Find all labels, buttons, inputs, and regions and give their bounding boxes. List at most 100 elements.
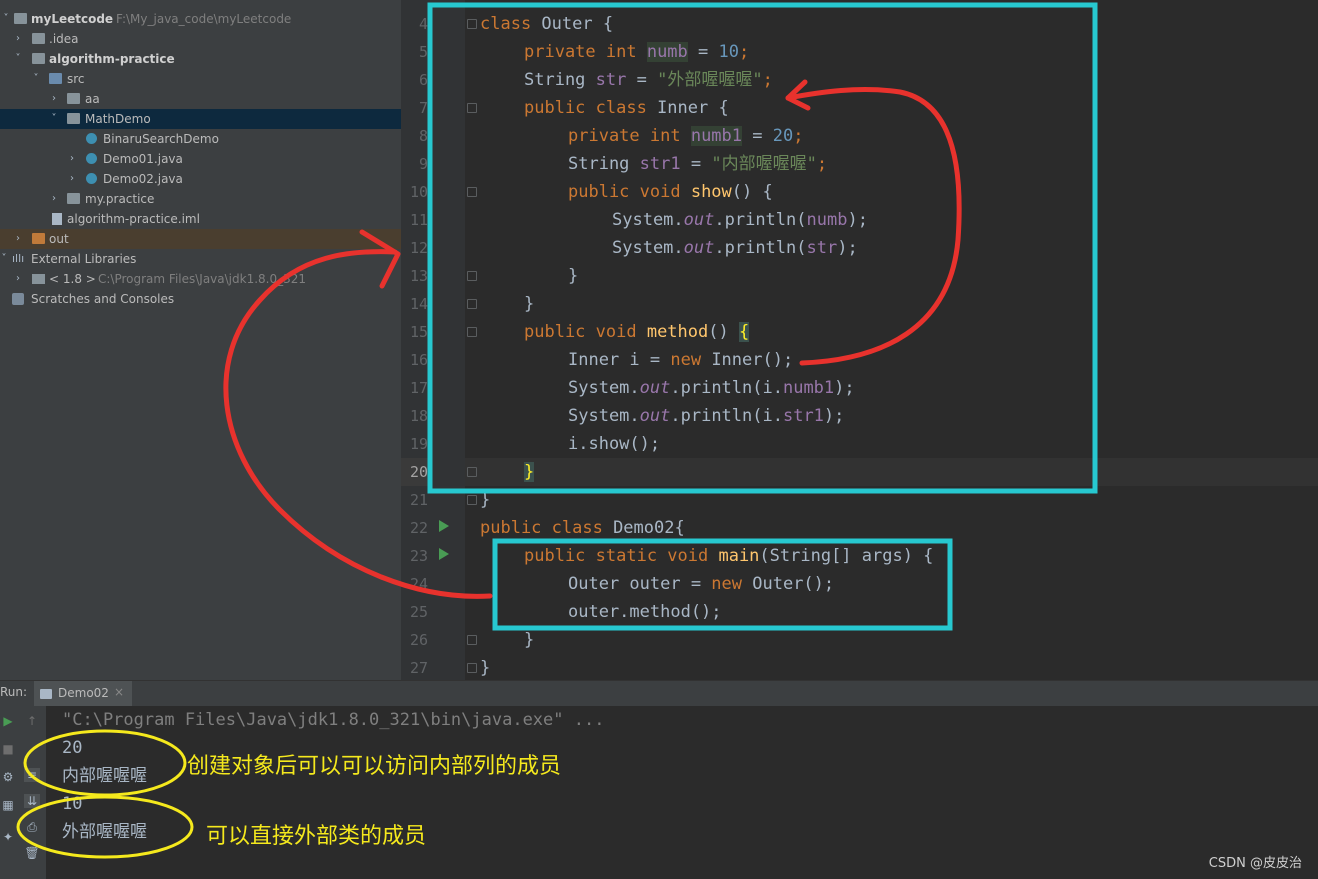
token-text: ); <box>837 238 858 258</box>
token-text: ); <box>823 406 845 426</box>
trash-icon[interactable]: 🗑 <box>24 846 40 860</box>
token-static-field: out <box>683 238 715 258</box>
fold-marker-icon[interactable] <box>467 495 477 505</box>
console-output-line: 外部喔喔喔 <box>62 822 147 842</box>
java-class-icon <box>86 153 97 164</box>
tree-item-label: src <box>67 72 85 86</box>
chevron-right-icon[interactable]: › <box>66 169 78 189</box>
run-class-icon[interactable] <box>439 520 449 532</box>
token-punct: ; <box>762 70 773 90</box>
fold-marker-icon[interactable] <box>467 663 477 673</box>
pin-icon[interactable]: ✦ <box>0 830 16 844</box>
token-text: = <box>626 70 658 90</box>
token-text: .println( <box>714 210 807 230</box>
library-icon: ıllı <box>12 252 25 265</box>
tree-item-label: Scratches and Consoles <box>31 292 175 306</box>
tree-item-demo02[interactable]: › Demo02.java <box>0 169 401 189</box>
fold-marker-icon[interactable] <box>467 271 477 281</box>
tree-item-label: algorithm-practice <box>49 52 175 66</box>
line-number: 17 <box>409 379 428 397</box>
scratches-icon <box>12 293 24 305</box>
token-string: "外部喔喔喔" <box>657 70 763 90</box>
token-keyword: new <box>670 350 712 370</box>
chevron-down-icon[interactable]: ˅ <box>0 9 12 29</box>
token-static-field: out <box>639 406 671 426</box>
token-keyword: new <box>711 574 753 594</box>
tree-item-binarusearchdemo[interactable]: BinaruSearchDemo <box>0 129 401 149</box>
fold-marker-icon[interactable] <box>467 299 477 309</box>
scroll-to-end-icon[interactable]: ⇊ <box>24 794 40 808</box>
tree-item-external-libraries[interactable]: ˅ ıllı External Libraries <box>0 249 401 269</box>
tree-item-jdk[interactable]: › < 1.8 > C:\Program Files\Java\jdk1.8.0… <box>0 269 401 289</box>
tree-item-mathdemo[interactable]: ˅ MathDemo <box>0 109 401 129</box>
token-keyword: public static void <box>524 546 719 566</box>
fold-marker-icon[interactable] <box>467 327 477 337</box>
fold-marker-icon[interactable] <box>467 103 477 113</box>
fold-marker-icon[interactable] <box>467 187 477 197</box>
code-line-8: private int numb1 = 20; <box>568 122 803 150</box>
chevron-down-icon[interactable]: ˅ <box>30 69 42 89</box>
chevron-right-icon[interactable]: › <box>12 29 24 49</box>
stop-icon[interactable]: ■ <box>0 742 16 756</box>
line-number: 13 <box>409 267 428 285</box>
line-number: 14 <box>409 295 428 313</box>
line-number: 22 <box>409 519 428 537</box>
chevron-right-icon[interactable]: › <box>12 269 24 289</box>
settings-icon[interactable]: ⚙ <box>0 770 16 784</box>
tree-item-out[interactable]: › out <box>0 229 401 249</box>
code-line-23: public static void main(String[] args) { <box>524 542 933 570</box>
code-line-14: } <box>524 294 535 314</box>
fold-marker-icon[interactable] <box>467 19 477 29</box>
token-keyword: class <box>480 14 532 34</box>
code-line-4: class Outer { <box>480 10 613 38</box>
token-text: .println( <box>714 238 807 258</box>
token-keyword: public class <box>524 98 658 118</box>
token-punct: ; <box>738 42 750 62</box>
layout-icon[interactable]: ▦ <box>0 798 16 812</box>
tree-item-label: < 1.8 > <box>49 272 96 286</box>
token-static-field: out <box>639 378 671 398</box>
console-toolbar: ▶ ↑ ■ ≡ ⚙ ▦ ⇊ ⎙ ✦ 🗑 <box>0 706 46 879</box>
line-number: 11 <box>409 211 428 229</box>
tree-item-my-practice[interactable]: › my.practice <box>0 189 401 209</box>
run-tab-demo02[interactable]: Demo02 × <box>34 681 132 707</box>
close-icon[interactable]: × <box>114 685 124 699</box>
tree-item-label: External Libraries <box>31 252 137 266</box>
fold-marker-icon[interactable] <box>467 635 477 645</box>
tree-item-iml[interactable]: algorithm-practice.iml <box>0 209 401 229</box>
package-icon <box>67 93 80 104</box>
token-text: = <box>742 126 773 146</box>
java-class-icon <box>86 133 97 144</box>
chevron-right-icon[interactable]: › <box>48 189 60 209</box>
up-arrow-icon[interactable]: ↑ <box>24 714 40 728</box>
chevron-right-icon[interactable]: › <box>12 229 24 249</box>
project-panel: ˅ myLeetcode F:\My_java_code\myLeetcode … <box>0 0 401 680</box>
chevron-right-icon[interactable]: › <box>48 89 60 109</box>
chevron-right-icon[interactable]: › <box>66 149 78 169</box>
soft-wrap-icon[interactable]: ≡ <box>24 768 40 782</box>
folder-icon <box>32 233 45 244</box>
tree-item-aa[interactable]: › aa <box>0 89 401 109</box>
code-line-9: String str1 = "内部喔喔喔"; <box>568 150 827 178</box>
tree-item-algorithm-practice[interactable]: ˅ algorithm-practice <box>0 49 401 69</box>
line-number: 21 <box>409 491 428 509</box>
tree-item-src[interactable]: ˅ src <box>0 69 401 89</box>
tree-item-label: MathDemo <box>85 112 151 126</box>
run-main-icon[interactable] <box>439 548 449 560</box>
tree-item-scratches[interactable]: Scratches and Consoles <box>0 289 401 309</box>
line-number: 19 <box>409 435 428 453</box>
token-text: Inner i = <box>568 350 671 370</box>
line-number: 25 <box>409 603 428 621</box>
chevron-down-icon[interactable]: ˅ <box>12 49 24 69</box>
line-number: 18 <box>409 407 428 425</box>
print-icon[interactable]: ⎙ <box>24 820 40 834</box>
tree-item-idea[interactable]: › .idea <box>0 29 401 49</box>
rerun-icon[interactable]: ▶ <box>0 714 16 728</box>
tree-item-demo01[interactable]: › Demo01.java <box>0 149 401 169</box>
chevron-down-icon[interactable]: ˅ <box>48 109 60 129</box>
project-path: F:\My_java_code\myLeetcode <box>116 12 292 26</box>
fold-marker-icon[interactable] <box>467 467 477 477</box>
tree-root-myleetcode[interactable]: ˅ myLeetcode F:\My_java_code\myLeetcode <box>0 9 401 29</box>
chevron-down-icon[interactable]: ˅ <box>0 249 10 269</box>
token-field: str <box>806 238 838 258</box>
